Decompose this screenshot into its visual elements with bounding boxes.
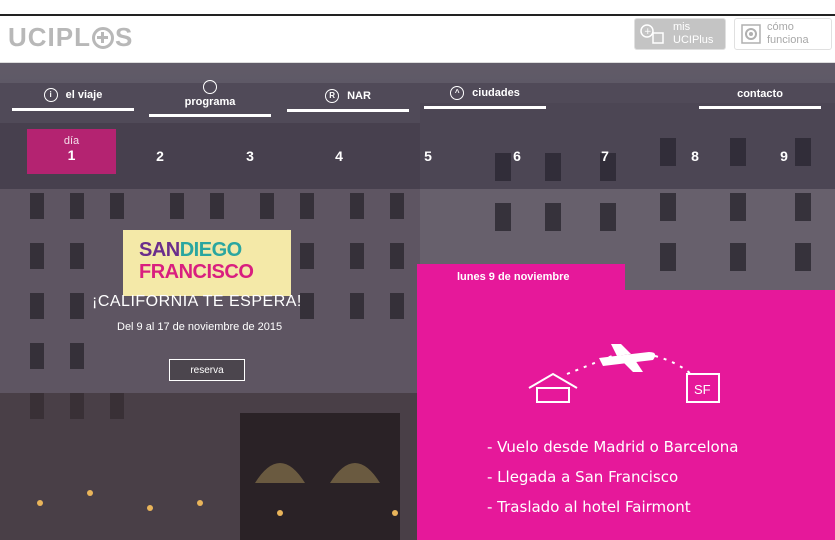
logo-san: SAN [139, 239, 180, 261]
itinerary-item: - Traslado al hotel Fairmont [487, 498, 691, 516]
promo-dates: Del 9 al 17 de noviembre de 2015 [117, 321, 283, 333]
nav-contacto[interactable]: contacto [699, 88, 821, 109]
reserva-button[interactable]: reserva [169, 359, 245, 381]
day-5[interactable]: 5 [418, 148, 438, 164]
svg-text:+: + [644, 27, 652, 37]
compass-icon: i [43, 88, 58, 102]
itinerary-item: - Vuelo desde Madrid o Barcelona [487, 438, 739, 456]
day-3[interactable]: 3 [240, 148, 260, 164]
registered-icon: R [325, 89, 340, 103]
nav-ciudades[interactable]: ^ ciudades [424, 86, 546, 109]
nav-el-viaje-label: el viaje [65, 89, 103, 101]
gear-icon [741, 24, 761, 44]
nav-el-viaje[interactable]: i el viaje [12, 88, 134, 111]
house-icon [528, 372, 578, 403]
nav-ciudades-label: ciudades [472, 87, 520, 99]
como-funciona-label: cómo funciona [767, 21, 809, 46]
mis-uciplus-button[interactable]: + mis UCIPlus [634, 18, 726, 50]
day-8[interactable]: 8 [685, 148, 705, 164]
uciplus-logo[interactable]: UCIPL S [8, 22, 133, 53]
itinerary-item: - Llegada a San Francisco [487, 468, 679, 486]
nav-nar[interactable]: R NAR [287, 89, 409, 112]
day-9[interactable]: 9 [774, 148, 794, 164]
day-1-selected[interactable]: día 1 [27, 129, 116, 174]
nav-nar-label: NAR [347, 90, 371, 102]
promo-tagline: ¡CALIFORNIA TE ESPERA! [92, 293, 302, 310]
clock-icon [203, 80, 217, 94]
logo-francisco: FRANCISCO [139, 261, 254, 283]
panel-date-tab: lunes 9 de noviembre [417, 264, 625, 290]
day-2[interactable]: 2 [150, 148, 170, 164]
day-4[interactable]: 4 [329, 148, 349, 164]
itinerary-list: - Vuelo desde Madrid o Barcelona - Llega… [487, 438, 738, 528]
site-header: UCIPL S + mis UCIPlus cómo funciona [0, 16, 835, 63]
san-diego-san-francisco-logo: SANDIEGO FRANCISCO [123, 230, 291, 296]
browser-top-strip [0, 0, 835, 16]
main-navigation: i el viaje programa R NAR ^ ciudades con… [0, 63, 835, 189]
airplane-icon [599, 344, 656, 372]
sf-badge-text: SF [694, 382, 711, 397]
nav-contacto-label: contacto [737, 88, 783, 100]
plus-circle-icon [92, 27, 114, 49]
day-7[interactable]: 7 [595, 148, 615, 164]
day-detail-panel: SF - Vuelo desde Madrid o Barcelona - Ll… [417, 290, 835, 540]
day-word: día [63, 135, 80, 147]
como-funciona-button[interactable]: cómo funciona [734, 18, 832, 50]
flight-route-illustration: SF [528, 344, 720, 403]
nav-programa[interactable]: programa [149, 80, 271, 117]
location-icon: ^ [450, 86, 465, 100]
day-number: 1 [67, 147, 76, 163]
user-plus-icon: + [640, 24, 664, 44]
day-6[interactable]: 6 [507, 148, 527, 164]
mis-uciplus-label: mis UCIPlus [673, 21, 714, 46]
logo-diego: DIEGO [179, 239, 242, 261]
nav-programa-label: programa [184, 96, 236, 108]
